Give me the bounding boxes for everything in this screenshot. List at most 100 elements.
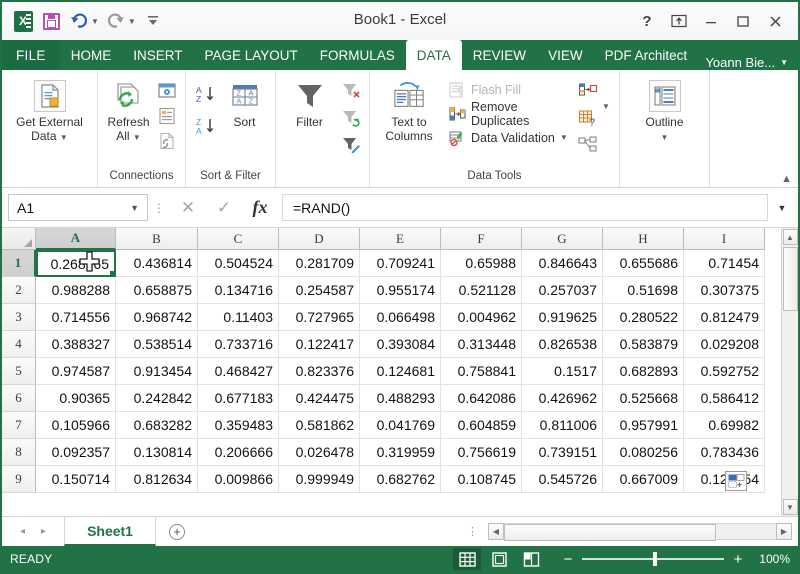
horizontal-scrollbar[interactable]: ◀ ▶ <box>488 517 798 546</box>
zoom-slider-thumb[interactable] <box>653 552 657 566</box>
data-validation-button[interactable]: Data Validation ▼ <box>444 126 574 149</box>
tab-pdf-architect[interactable]: PDF Architect <box>594 40 699 70</box>
cell-G1[interactable]: 0.846643 <box>522 250 603 277</box>
customize-qat-icon[interactable] <box>140 8 166 34</box>
column-header-G[interactable]: G <box>522 228 603 250</box>
row-header-7[interactable]: 7 <box>2 412 36 439</box>
chevron-down-icon[interactable]: ▼ <box>130 203 139 213</box>
maximize-button[interactable] <box>728 8 758 34</box>
column-header-C[interactable]: C <box>198 228 279 250</box>
save-icon[interactable] <box>38 8 64 34</box>
column-header-D[interactable]: D <box>279 228 360 250</box>
cell-A3[interactable]: 0.714556 <box>36 304 116 331</box>
help-button[interactable]: ? <box>632 8 662 34</box>
cell-I2[interactable]: 0.307375 <box>684 277 765 304</box>
enter-formula-button[interactable]: ✓ <box>206 194 242 221</box>
cell-H3[interactable]: 0.280522 <box>603 304 684 331</box>
row-header-1[interactable]: 1 <box>2 250 36 277</box>
column-header-B[interactable]: B <box>116 228 198 250</box>
tab-insert[interactable]: INSERT <box>122 40 193 70</box>
cell-F8[interactable]: 0.756619 <box>441 439 522 466</box>
scroll-down-icon[interactable]: ▼ <box>782 499 798 515</box>
cell-D2[interactable]: 0.254587 <box>279 277 360 304</box>
cell-B7[interactable]: 0.683282 <box>116 412 198 439</box>
refresh-all-button[interactable]: Refresh All ▼ <box>104 76 153 145</box>
select-all-button[interactable] <box>2 228 36 250</box>
cell-D7[interactable]: 0.581862 <box>279 412 360 439</box>
cell-H1[interactable]: 0.655686 <box>603 250 684 277</box>
cell-F7[interactable]: 0.604859 <box>441 412 522 439</box>
previous-sheet-icon[interactable]: ◂ <box>20 526 25 537</box>
collapse-ribbon-icon[interactable]: ▲ <box>781 173 792 185</box>
cell-B1[interactable]: 0.436814 <box>116 250 198 277</box>
reapply-filter-button[interactable] <box>339 106 363 130</box>
cell-F5[interactable]: 0.758841 <box>441 358 522 385</box>
tab-data[interactable]: DATA <box>405 40 462 70</box>
tab-home[interactable]: HOME <box>60 40 123 70</box>
cell-C4[interactable]: 0.733716 <box>198 331 279 358</box>
sheet-bar-grip[interactable]: ⋮ <box>457 517 488 546</box>
cell-F6[interactable]: 0.642086 <box>441 385 522 412</box>
cell-C1[interactable]: 0.504524 <box>198 250 279 277</box>
cell-A4[interactable]: 0.388327 <box>36 331 116 358</box>
vertical-scrollbar[interactable]: ▲ ▼ <box>781 228 798 516</box>
cell-H4[interactable]: 0.583879 <box>603 331 684 358</box>
row-header-3[interactable]: 3 <box>2 304 36 331</box>
cell-D4[interactable]: 0.122417 <box>279 331 360 358</box>
clear-filter-button[interactable] <box>339 79 363 103</box>
account-menu[interactable]: Yoann Bie... ▼ <box>705 55 798 70</box>
cell-C7[interactable]: 0.359483 <box>198 412 279 439</box>
ribbon-display-options-icon[interactable] <box>664 8 694 34</box>
column-header-I[interactable]: I <box>684 228 765 250</box>
cell-B6[interactable]: 0.242842 <box>116 385 198 412</box>
cell-G5[interactable]: 0.1517 <box>522 358 603 385</box>
redo-icon[interactable] <box>103 8 129 34</box>
formula-input[interactable]: =RAND() <box>282 194 768 221</box>
cell-F1[interactable]: 0.65988 <box>441 250 522 277</box>
cell-A9[interactable]: 0.150714 <box>36 466 116 493</box>
cell-I6[interactable]: 0.586412 <box>684 385 765 412</box>
cell-E9[interactable]: 0.682762 <box>360 466 441 493</box>
row-header-6[interactable]: 6 <box>2 385 36 412</box>
sort-descending-button[interactable]: Z A <box>194 114 218 138</box>
sheet-tab-sheet1[interactable]: Sheet1 <box>64 517 156 546</box>
normal-view-icon[interactable] <box>453 548 481 570</box>
column-header-H[interactable]: H <box>603 228 684 250</box>
cell-H5[interactable]: 0.682893 <box>603 358 684 385</box>
cell-D5[interactable]: 0.823376 <box>279 358 360 385</box>
tab-file[interactable]: FILE <box>2 40 60 70</box>
close-button[interactable] <box>760 8 790 34</box>
cell-H2[interactable]: 0.51698 <box>603 277 684 304</box>
cell-G8[interactable]: 0.739151 <box>522 439 603 466</box>
auto-fill-options-icon[interactable] <box>725 471 747 491</box>
cell-A8[interactable]: 0.092357 <box>36 439 116 466</box>
cell-B4[interactable]: 0.538514 <box>116 331 198 358</box>
sort-button[interactable]: Z A A Z Sort <box>220 76 269 129</box>
cell-A1[interactable]: 0.268965 <box>36 250 116 277</box>
chevron-down-icon[interactable]: ▼ <box>560 133 568 142</box>
cell-F4[interactable]: 0.313448 <box>441 331 522 358</box>
cell-C3[interactable]: 0.11403 <box>198 304 279 331</box>
undo-dropdown-icon[interactable]: ▼ <box>91 17 99 26</box>
row-header-5[interactable]: 5 <box>2 358 36 385</box>
cell-G6[interactable]: 0.426962 <box>522 385 603 412</box>
undo-icon[interactable] <box>66 8 92 34</box>
cell-D6[interactable]: 0.424475 <box>279 385 360 412</box>
relationships-button[interactable] <box>576 133 600 157</box>
zoom-level[interactable]: 100% <box>752 552 790 566</box>
page-break-preview-icon[interactable] <box>517 548 545 570</box>
cell-G4[interactable]: 0.826538 <box>522 331 603 358</box>
cell-E8[interactable]: 0.319959 <box>360 439 441 466</box>
cell-I1[interactable]: 0.71454 <box>684 250 765 277</box>
row-header-9[interactable]: 9 <box>2 466 36 493</box>
consolidate-button[interactable] <box>576 79 600 103</box>
row-header-8[interactable]: 8 <box>2 439 36 466</box>
cell-H8[interactable]: 0.080256 <box>603 439 684 466</box>
cell-F3[interactable]: 0.004962 <box>441 304 522 331</box>
redo-dropdown-icon[interactable]: ▼ <box>128 17 136 26</box>
cell-E3[interactable]: 0.066498 <box>360 304 441 331</box>
cell-I5[interactable]: 0.592752 <box>684 358 765 385</box>
row-header-2[interactable]: 2 <box>2 277 36 304</box>
horizontal-scroll-track[interactable] <box>504 523 776 541</box>
new-sheet-button[interactable]: + <box>156 517 198 546</box>
